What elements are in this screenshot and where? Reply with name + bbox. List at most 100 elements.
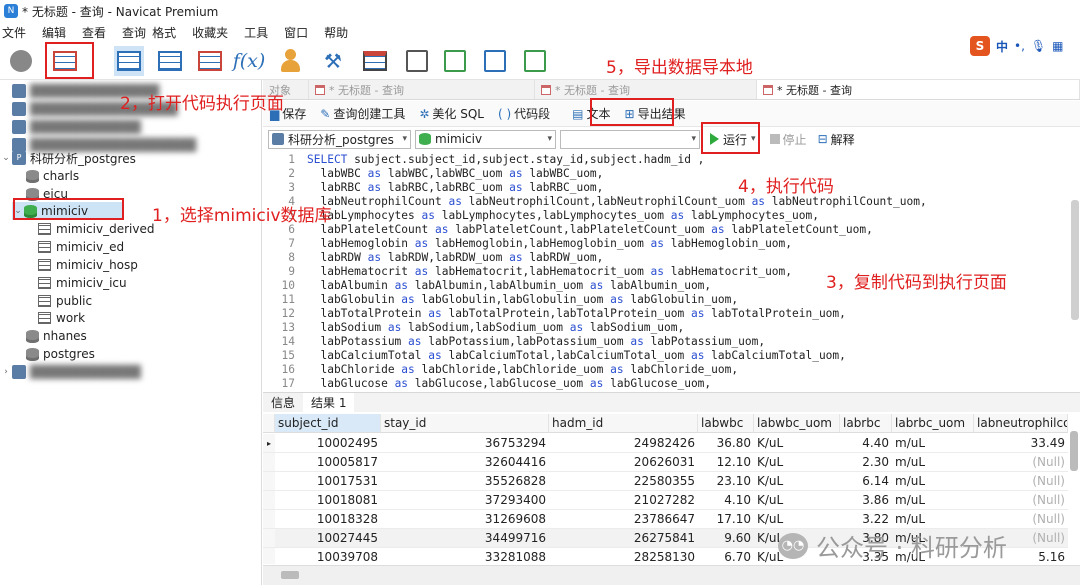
grid-cell[interactable]: 32604416 <box>381 453 549 472</box>
col-header-labwbc-uom[interactable]: labwbc_uom <box>754 414 840 433</box>
grid-cell[interactable]: 26275841 <box>549 529 698 548</box>
editor-scrollbar[interactable] <box>1071 200 1079 320</box>
grid-cell[interactable]: 24982426 <box>549 434 698 453</box>
chevron-right-icon[interactable]: › <box>0 367 12 377</box>
grid-cell[interactable]: 17.10 <box>698 510 754 529</box>
grid-cell[interactable]: K/uL <box>754 434 840 453</box>
row-marker[interactable] <box>263 472 275 491</box>
grid-cell[interactable]: 6.14 <box>840 472 892 491</box>
connection-select[interactable]: 科研分析_postgres ▾ <box>268 129 411 149</box>
grid-cell[interactable]: 20626031 <box>549 453 698 472</box>
user-button[interactable] <box>275 46 305 76</box>
grid-cell[interactable]: 10027445 <box>275 529 381 548</box>
schema-select[interactable]: ▾ <box>560 129 700 149</box>
col-header-stay-id[interactable]: stay_id <box>381 414 549 433</box>
tab-query-1[interactable]: * 无标题 - 查询 <box>309 80 535 99</box>
grid-cell[interactable]: 9.60 <box>698 529 754 548</box>
grid-cell[interactable]: 37293400 <box>381 491 549 510</box>
col-header-labrbc-uom[interactable]: labrbc_uom <box>892 414 974 433</box>
row-marker[interactable] <box>263 548 275 564</box>
grid-cell[interactable]: (Null) <box>974 491 1068 510</box>
grid-cell[interactable]: 10017531 <box>275 472 381 491</box>
table-button[interactable] <box>114 46 144 76</box>
chevron-down-icon[interactable]: ⌄ <box>0 153 12 163</box>
tree-schema-mimiciv-icu[interactable]: mimiciv_icu <box>38 274 127 292</box>
menu-window[interactable]: 窗口 <box>276 24 316 41</box>
ime-lang[interactable]: 中 <box>996 38 1008 55</box>
sogou-icon[interactable]: S <box>970 36 990 56</box>
materialized-view-button[interactable] <box>195 46 225 76</box>
grid-cell[interactable]: K/uL <box>754 472 840 491</box>
grid-cell[interactable]: K/uL <box>754 453 840 472</box>
tree-db-charls[interactable]: charls <box>26 167 79 185</box>
col-header-hadm-id[interactable]: hadm_id <box>549 414 698 433</box>
grid-cell[interactable]: 2.30 <box>840 453 892 472</box>
automation-button[interactable] <box>440 46 470 76</box>
col-header-labwbc[interactable]: labwbc <box>698 414 754 433</box>
grid-cell[interactable]: 21027282 <box>549 491 698 510</box>
explain-button[interactable]: ⊟ 解释 <box>815 129 858 150</box>
chart-button[interactable] <box>520 46 550 76</box>
tab-result-1[interactable]: 结果 1 <box>303 392 355 413</box>
row-marker[interactable] <box>263 510 275 529</box>
row-marker[interactable] <box>263 529 275 548</box>
row-marker[interactable] <box>263 491 275 510</box>
menu-format[interactable]: 格式 <box>149 24 184 41</box>
grid-cell[interactable]: 10039708 <box>275 548 381 564</box>
grid-cell[interactable]: m/uL <box>892 434 974 453</box>
query-builder-button[interactable]: ✎ 查询创建工具 <box>317 103 408 124</box>
menu-favorites[interactable]: 收藏夹 <box>184 24 236 41</box>
grid-cell[interactable]: 10002495 <box>275 434 381 453</box>
grid-cell[interactable]: 3.86 <box>840 491 892 510</box>
connection-button[interactable] <box>6 46 36 76</box>
grid-cell[interactable]: 4.40 <box>840 434 892 453</box>
menu-help[interactable]: 帮助 <box>316 24 356 41</box>
grid-cell[interactable]: 33.49 <box>974 434 1068 453</box>
grid-scrollbar[interactable] <box>1070 431 1078 471</box>
grid-cell[interactable]: 23786647 <box>549 510 698 529</box>
snippet-button[interactable]: ( ) 代码段 <box>495 103 553 124</box>
grid-cell[interactable]: 6.70 <box>698 548 754 564</box>
menu-tools[interactable]: 工具 <box>236 24 276 41</box>
menu-view[interactable]: 查看 <box>74 24 114 41</box>
grid-cell[interactable]: 10018328 <box>275 510 381 529</box>
grid-cell[interactable]: (Null) <box>974 472 1068 491</box>
grid-cell[interactable]: 10018081 <box>275 491 381 510</box>
grid-cell[interactable]: 33281088 <box>381 548 549 564</box>
view-button[interactable] <box>155 46 185 76</box>
grid-cell[interactable]: 4.10 <box>698 491 754 510</box>
tree-schema-mimiciv-ed[interactable]: mimiciv_ed <box>38 238 124 256</box>
menu-query[interactable]: 查询 <box>114 24 149 41</box>
tree-connection-hidden-3[interactable]: ████████████ <box>12 118 141 136</box>
grid-cell[interactable]: 35526828 <box>381 472 549 491</box>
row-marker[interactable] <box>263 453 275 472</box>
tree-schema-mimiciv-derived[interactable]: mimiciv_derived <box>38 220 154 238</box>
grid-cell[interactable]: 23.10 <box>698 472 754 491</box>
tab-query-2[interactable]: * 无标题 - 查询 <box>535 80 757 99</box>
menu-edit[interactable]: 编辑 <box>34 24 74 41</box>
grid-cell[interactable]: 12.10 <box>698 453 754 472</box>
tab-info[interactable]: 信息 <box>263 393 303 413</box>
grid-hscroll[interactable] <box>281 571 299 579</box>
grid-cell[interactable]: 28258130 <box>549 548 698 564</box>
grid-cell[interactable]: m/uL <box>892 453 974 472</box>
col-header-labneutrophilcount[interactable]: labneutrophilcou <box>974 414 1068 433</box>
grid-cell[interactable]: 3.22 <box>840 510 892 529</box>
stop-button[interactable]: 停止 <box>769 131 807 148</box>
backup-button[interactable] <box>402 46 432 76</box>
grid-cell[interactable]: 10005817 <box>275 453 381 472</box>
grid-cell[interactable]: m/uL <box>892 472 974 491</box>
grid-cell[interactable]: 36753294 <box>381 434 549 453</box>
model-button[interactable] <box>480 46 510 76</box>
schedule-button[interactable] <box>360 46 390 76</box>
tools-button[interactable]: ⚒ <box>318 46 348 76</box>
microphone-icon[interactable]: 🎙 <box>1031 39 1046 53</box>
tree-schema-public[interactable]: public <box>38 292 92 310</box>
database-select[interactable]: mimiciv ▾ <box>415 129 556 149</box>
grid-cell[interactable]: (Null) <box>974 453 1068 472</box>
col-header-labrbc[interactable]: labrbc <box>840 414 892 433</box>
tab-query-3[interactable]: * 无标题 - 查询 <box>757 80 1080 99</box>
function-button[interactable]: f(x) <box>233 46 266 76</box>
grid-cell[interactable]: 34499716 <box>381 529 549 548</box>
grid-cell[interactable]: (Null) <box>974 510 1068 529</box>
